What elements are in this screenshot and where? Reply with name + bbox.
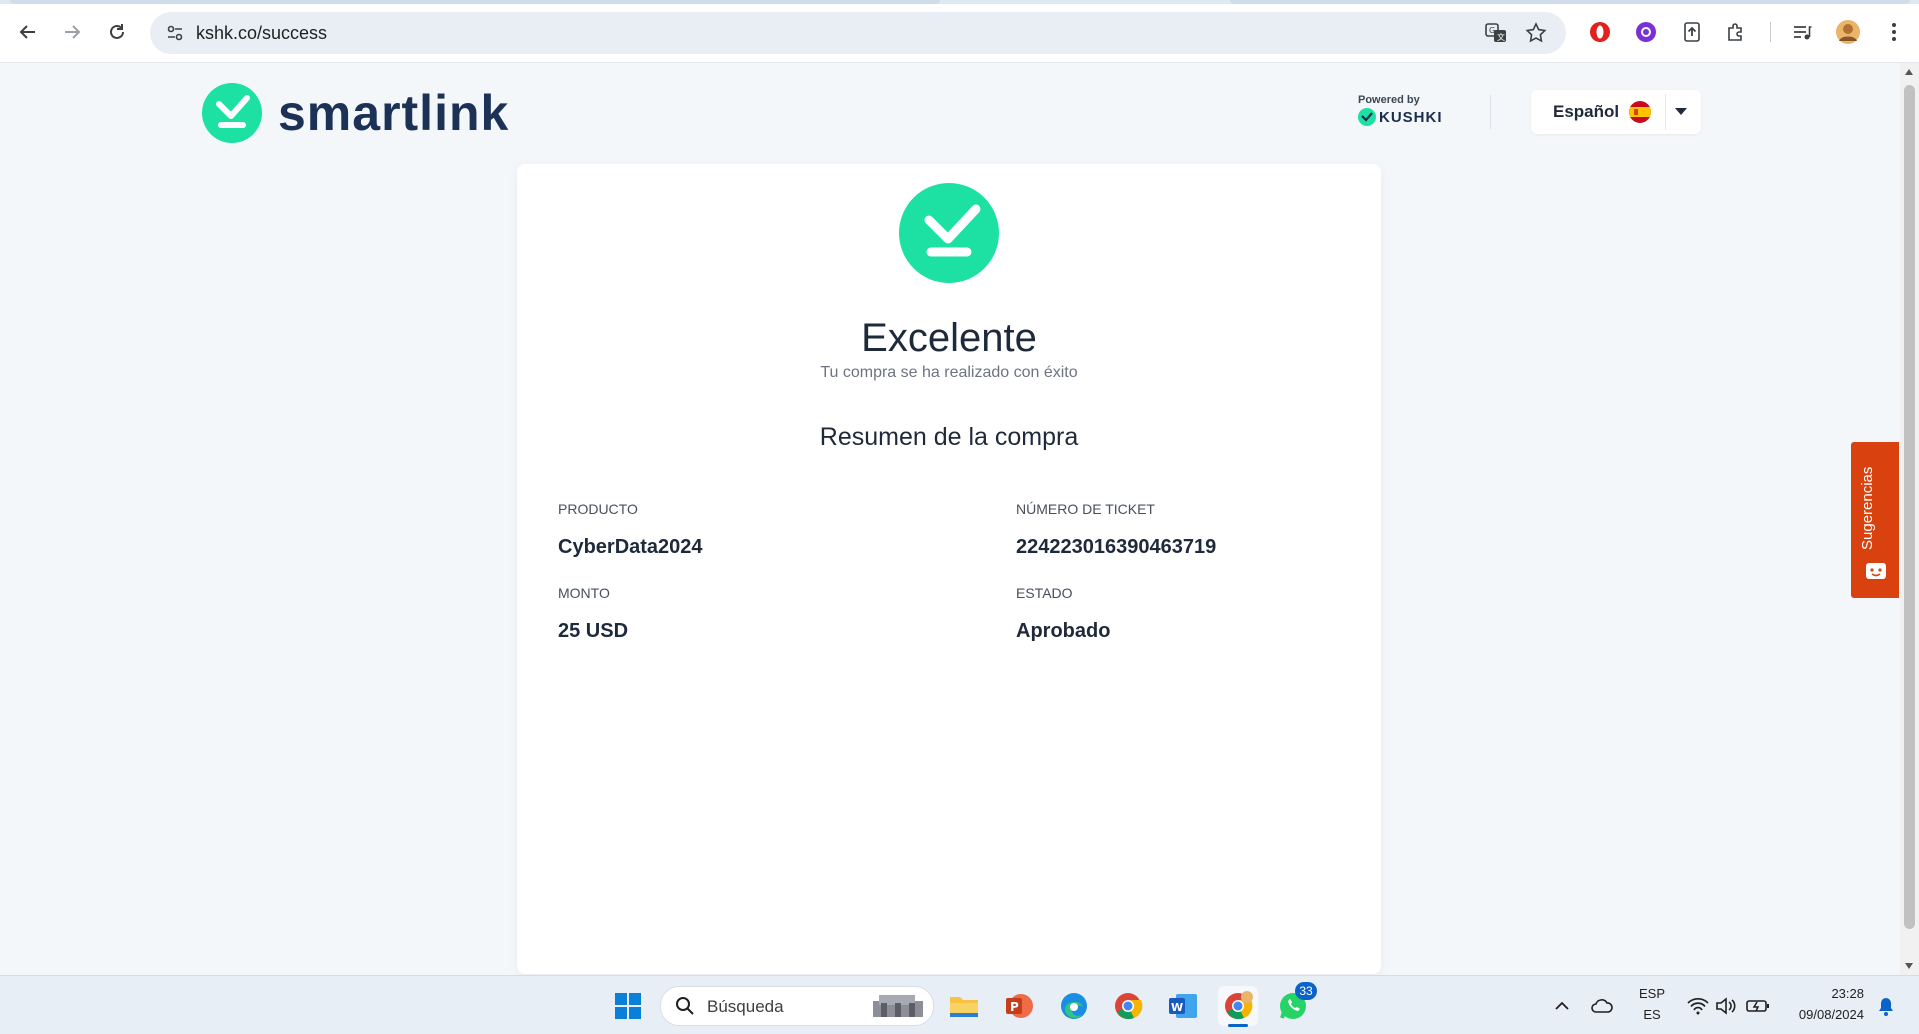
ticket-value: 224223016390463719: [1016, 536, 1217, 558]
product-field: PRODUCTO CyberData2024: [558, 501, 703, 559]
chrome-menu-button[interactable]: [1880, 18, 1908, 46]
caret-down-icon[interactable]: [1675, 108, 1687, 115]
chrome-icon[interactable]: [1108, 986, 1148, 1026]
kushki-logo-icon: [1358, 108, 1376, 126]
powerpoint-icon[interactable]: P: [999, 986, 1039, 1026]
product-label: PRODUCTO: [558, 501, 638, 517]
svg-text:W: W: [1171, 1001, 1183, 1014]
header-divider: [1490, 95, 1491, 129]
kushki-brand-text: KUSHKI: [1379, 108, 1443, 126]
logo-text: smartlink: [278, 85, 510, 141]
upload-extension-icon[interactable]: [1678, 18, 1706, 46]
feedback-tab[interactable]: Sugerencias: [1851, 442, 1899, 598]
svg-text:G: G: [1489, 26, 1495, 35]
forward-button[interactable]: [54, 14, 90, 50]
bookmark-star-icon[interactable]: [1522, 19, 1550, 47]
svg-text:文: 文: [1497, 32, 1505, 42]
toolbar-separator: [1770, 22, 1771, 42]
media-queue-icon[interactable]: [1788, 18, 1816, 46]
powered-by-kushki: Powered by KUSHKI: [1358, 94, 1468, 126]
smartlink-logo[interactable]: smartlink: [202, 83, 509, 143]
language-label: Español: [1553, 102, 1620, 121]
reload-button[interactable]: [99, 14, 135, 50]
back-button[interactable]: [10, 14, 46, 50]
purple-extension-icon[interactable]: [1632, 18, 1660, 46]
chrome-profile-active-icon[interactable]: [1218, 986, 1258, 1027]
whatsapp-icon[interactable]: 33: [1273, 982, 1317, 1026]
windows-logo-icon: [615, 993, 641, 1019]
site-info-icon[interactable]: [160, 18, 190, 48]
status-field: ESTADO Aprobado: [1016, 585, 1110, 643]
extensions-puzzle-icon[interactable]: [1722, 18, 1750, 46]
onedrive-cloud-icon[interactable]: [1582, 986, 1622, 1026]
windows-taskbar: Búsqueda P W 33 ESP ES 23:28 09/08/2024: [0, 975, 1919, 1034]
scroll-up-arrow[interactable]: [1905, 69, 1913, 75]
clock-time[interactable]: 23:28: [1780, 986, 1864, 1001]
amount-field: MONTO 25 USD: [558, 585, 628, 643]
smartlink-check-icon: [202, 83, 262, 143]
status-value: Aprobado: [1016, 620, 1111, 642]
tab-strip: [0, 0, 1919, 4]
success-subtitle: Tu compra se ha realizado con éxito: [820, 364, 1078, 381]
summary-title: Resumen de la compra: [819, 423, 1079, 451]
translate-icon[interactable]: G文: [1482, 19, 1510, 47]
profile-avatar[interactable]: [1834, 18, 1862, 46]
search-highlight-icon: [873, 995, 923, 1017]
chat-face-icon: [1866, 563, 1886, 579]
spain-flag-icon: [1629, 101, 1651, 123]
status-label: ESTADO: [1016, 585, 1073, 601]
page-content: smartlink Powered by KUSHKI Español Exce…: [0, 63, 1900, 975]
whatsapp-badge: 33: [1295, 982, 1317, 1000]
kebab-menu-icon: [1892, 23, 1896, 41]
arrow-left-icon: [19, 25, 35, 39]
url-text[interactable]: kshk.co/success: [196, 23, 327, 44]
success-card: Excelente Tu compra se ha realizado con …: [517, 164, 1381, 974]
tab-1[interactable]: [10, 0, 940, 4]
taskbar-search[interactable]: Búsqueda: [660, 986, 934, 1026]
language-divider: [1665, 94, 1666, 130]
active-indicator: [1228, 1024, 1248, 1027]
reload-icon: [110, 24, 124, 39]
arrow-right-icon: [65, 25, 81, 39]
language-selector[interactable]: Español: [1531, 90, 1701, 134]
ticket-label: NÚMERO DE TICKET: [1016, 501, 1155, 517]
svg-text:P: P: [1010, 1000, 1019, 1014]
amount-label: MONTO: [558, 585, 610, 601]
edge-icon[interactable]: [1054, 986, 1094, 1026]
notification-bell-icon[interactable]: [1866, 986, 1906, 1026]
scroll-down-arrow[interactable]: [1905, 963, 1913, 969]
product-value: CyberData2024: [558, 536, 703, 558]
scrollbar-thumb[interactable]: [1904, 85, 1915, 929]
input-language-top[interactable]: ESP: [1632, 986, 1672, 1001]
browser-toolbar: kshk.co/success G文: [0, 0, 1919, 63]
tab-2[interactable]: [1230, 0, 1910, 4]
battery-icon[interactable]: [1738, 986, 1778, 1026]
success-check-icon: [899, 183, 999, 283]
search-placeholder: Búsqueda: [707, 997, 784, 1016]
clock-date[interactable]: 09/08/2024: [1780, 1007, 1864, 1022]
ticket-field: NÚMERO DE TICKET 224223016390463719: [1016, 501, 1216, 559]
success-title: Excelente: [861, 316, 1037, 360]
powered-by-label: Powered by: [1358, 94, 1420, 106]
amount-value: 25 USD: [558, 620, 629, 642]
word-icon[interactable]: W: [1163, 986, 1203, 1026]
feedback-label: Sugerencias: [1859, 466, 1876, 550]
address-bar[interactable]: kshk.co/success G文: [150, 12, 1566, 54]
show-hidden-icons-chevron-up-icon[interactable]: [1542, 986, 1582, 1026]
opera-extension-icon[interactable]: [1586, 18, 1614, 46]
page-scrollbar[interactable]: [1900, 63, 1919, 975]
windows-start-button[interactable]: [608, 986, 648, 1026]
file-explorer-icon[interactable]: [944, 986, 984, 1026]
search-icon: [676, 997, 694, 1015]
input-language-bottom[interactable]: ES: [1632, 1007, 1672, 1022]
